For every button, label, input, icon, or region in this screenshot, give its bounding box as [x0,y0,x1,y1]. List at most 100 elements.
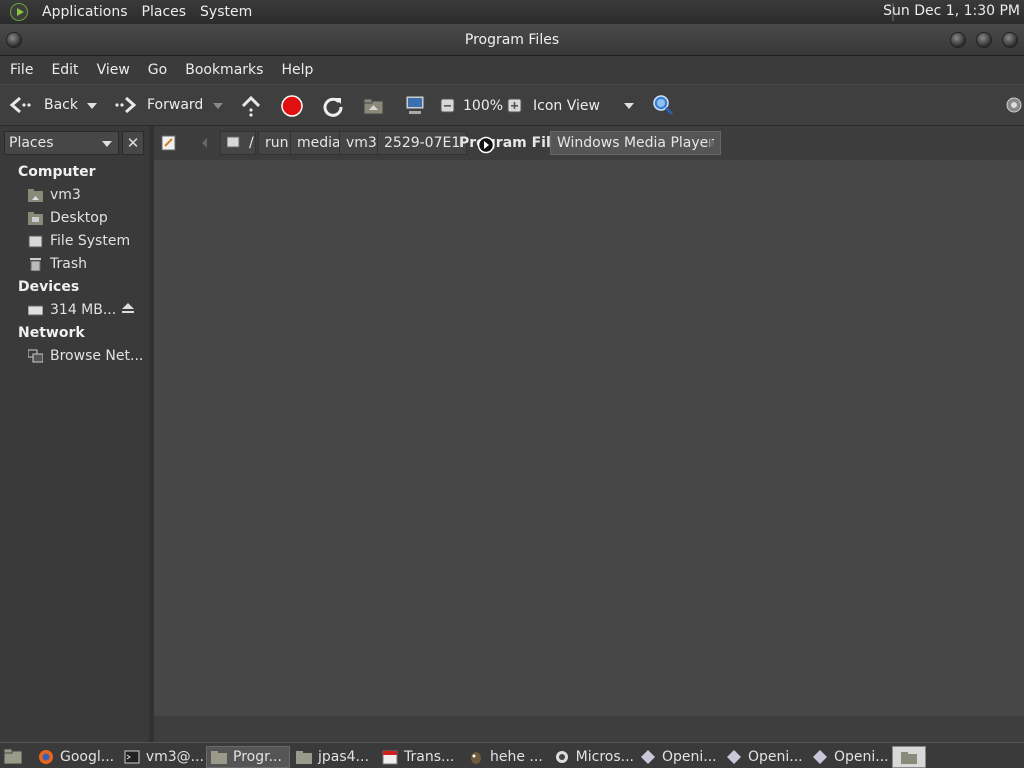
desktop-folder-icon [28,212,43,225]
task-program-files[interactable]: Progr... [206,746,290,768]
status-bar [154,716,1024,742]
sidebar-item-vm3[interactable]: vm3 [28,185,81,205]
task-label: Openi... [662,749,717,765]
task-opening-1[interactable]: Openi... [636,746,720,768]
task-microsoft[interactable]: Micros... [550,746,634,768]
stop-icon[interactable] [281,95,303,117]
sidebar-item-label: Browse Net... [50,348,144,364]
diamond-icon [813,750,827,764]
edit-location-icon[interactable] [161,135,177,151]
folder-icon [296,751,312,764]
menu-file[interactable]: File [4,62,45,78]
reload-icon[interactable] [322,95,344,117]
maximize-button[interactable] [976,32,992,48]
drive-icon [227,136,240,148]
zoom-level[interactable]: 100% [463,90,503,122]
close-window-button[interactable] [1002,32,1018,48]
back-label: Back [44,97,78,113]
path-scroll-right-icon[interactable] [710,138,715,148]
menu-applications[interactable]: Applications [42,4,128,20]
sidebar-item-label: Desktop [50,210,108,226]
diamond-icon [727,750,741,764]
computer-icon[interactable] [404,94,426,116]
location-pathbar: / run media vm3 2529-07E1 Program Files … [154,126,1024,160]
forward-history-dropdown[interactable] [213,103,223,109]
folder-icon [901,752,917,764]
zoom-out-icon[interactable] [440,98,455,113]
back-history-dropdown[interactable] [87,103,97,109]
top-panel: Applications Places System Sun Dec 1, 1:… [0,0,1024,24]
bottom-taskbar: Googl... vm3@... Progr... jpas4... Trans… [0,742,1024,768]
home-folder-icon [28,189,43,202]
diamond-icon [641,750,655,764]
task-label: hehe ... [490,749,543,765]
section-devices: Devices [18,279,80,295]
wine-icon [556,751,568,763]
sidebar-item-314mb-volume[interactable]: 314 MB... [28,300,116,320]
workspace-switcher[interactable] [892,746,926,768]
trash-icon [30,258,41,271]
sidebar-item-file-system[interactable]: File System [28,231,130,251]
file-view-area[interactable] [154,160,1024,716]
terminal-icon [124,750,140,764]
task-label: Openi... [834,749,889,765]
activity-spinner-icon [1006,97,1022,113]
eject-icon-bar [122,311,134,313]
eject-icon[interactable] [122,303,134,309]
section-network: Network [18,325,85,341]
path-scroll-left-icon[interactable] [202,138,207,148]
back-arrow-icon [9,96,31,114]
menu-bookmarks[interactable]: Bookmarks [179,62,275,78]
task-label: Micros... [575,749,634,765]
sidebar: Places ✕ Computer vm3 Desktop File Syste… [0,126,149,742]
toolbar: Back Forward 100% Icon View [0,84,1024,126]
network-icon [28,349,43,363]
menu-go[interactable]: Go [142,62,179,78]
sidebar-item-trash[interactable]: Trash [28,254,87,274]
sidebar-selector-arrow [102,141,112,147]
task-terminal[interactable]: vm3@... [120,746,204,768]
close-sidebar-button[interactable]: ✕ [122,131,144,155]
menu-system[interactable]: System [200,4,252,20]
up-arrow-icon[interactable] [240,95,262,117]
calendar-icon [382,750,398,765]
task-label: Googl... [60,749,115,765]
view-mode-dropdown-arrow[interactable] [624,103,634,109]
sidebar-item-desktop[interactable]: Desktop [28,208,108,228]
forward-arrow-icon [115,96,137,114]
forward-button[interactable]: Forward [113,89,203,121]
menu-view[interactable]: View [91,62,142,78]
sidebar-selector-label: Places [9,135,54,151]
task-opening-2[interactable]: Openi... [722,746,806,768]
show-desktop-icon[interactable] [4,748,22,764]
task-trans[interactable]: Trans... [378,746,462,768]
menu-places[interactable]: Places [142,4,187,20]
distro-logo-icon[interactable] [10,3,28,21]
task-hehe[interactable]: hehe ... [464,746,548,768]
task-jpas4[interactable]: jpas4... [292,746,376,768]
window-titlebar[interactable]: Program Files [0,24,1024,56]
zoom-in-icon[interactable] [507,98,522,113]
drive-icon [28,305,43,316]
sidebar-selector[interactable]: Places [4,131,119,155]
sidebar-item-label: Trash [50,256,87,272]
forward-label: Forward [147,97,204,113]
task-label: vm3@... [145,749,204,765]
menu-edit[interactable]: Edit [45,62,90,78]
section-computer: Computer [18,164,96,180]
drive-icon [28,235,43,248]
gimp-icon [471,752,481,764]
task-opening-3[interactable]: Openi... [808,746,892,768]
window-title: Program Files [464,32,560,48]
panel-clock[interactable]: Sun Dec 1, 1:30 PM [883,3,1020,19]
view-mode-select[interactable]: Icon View [533,90,600,122]
back-button[interactable]: Back [8,89,78,121]
firefox-icon [39,750,53,764]
path-segment-next[interactable]: Windows Media Player [550,131,722,155]
sidebar-item-browse-network[interactable]: Browse Net... [28,346,143,366]
minimize-button[interactable] [950,32,966,48]
task-browser[interactable]: Googl... [34,746,118,768]
home-folder-icon[interactable] [363,96,385,116]
search-icon[interactable] [652,94,674,116]
menu-help[interactable]: Help [275,62,325,78]
